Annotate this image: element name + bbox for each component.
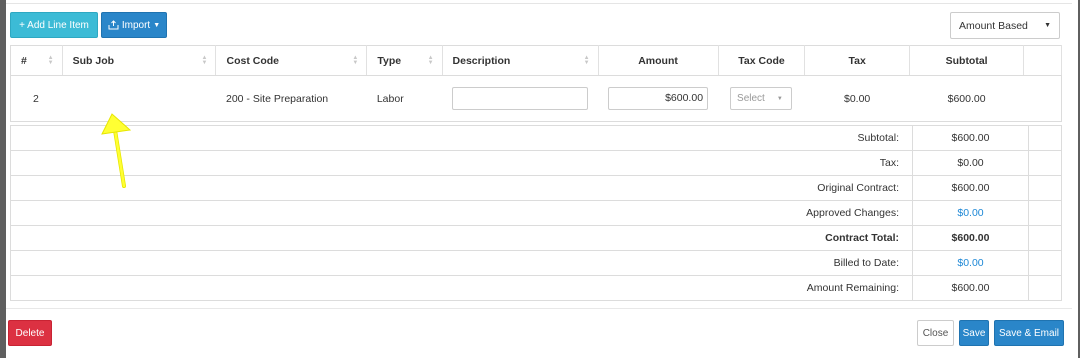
import-label: Import <box>121 19 151 31</box>
totals-label: Subtotal: <box>10 125 913 151</box>
totals-row: Billed to Date: $0.00 <box>10 250 1062 276</box>
row-tax-code-cell: Select ▼ <box>718 75 805 122</box>
totals-label: Contract Total: <box>10 225 913 251</box>
row-type: Labor <box>366 75 443 122</box>
caret-down-icon: ▼ <box>153 21 161 29</box>
close-button[interactable]: Close <box>917 320 954 346</box>
row-cost-code: 200 - Site Preparation <box>215 75 367 122</box>
sort-icon: ▲ ▼ <box>47 55 54 66</box>
import-button[interactable]: Import ▼ <box>101 12 167 38</box>
table-header-row: # ▲ ▼ Sub Job ▲ ▼ Cost Code ▲ ▼ Type ▲ ▼ Descrip… <box>10 45 1062 76</box>
line-items-table: # ▲ ▼ Sub Job ▲ ▼ Cost Code ▲ ▼ Type ▲ ▼ Descrip… <box>10 45 1062 122</box>
column-header-amount: Amount <box>598 45 719 76</box>
save-button[interactable]: Save <box>959 320 989 346</box>
row-tax: $0.00 <box>804 75 910 122</box>
totals-label: Billed to Date: <box>10 250 913 276</box>
column-header-sub-job[interactable]: Sub Job ▲ ▼ <box>62 45 217 76</box>
column-header-tax-code: Tax Code <box>718 45 806 76</box>
description-input[interactable] <box>452 87 589 110</box>
row-number: 2 <box>10 75 63 122</box>
totals-value: $0.00 <box>912 150 1029 176</box>
amount-based-label: Amount Based <box>959 19 1028 32</box>
close-label: Close <box>922 327 949 339</box>
column-header-subtotal: Subtotal <box>909 45 1025 76</box>
totals-label: Original Contract: <box>10 175 913 201</box>
amount-based-dropdown[interactable]: Amount Based ▼ <box>950 12 1060 39</box>
column-header-tax: Tax <box>804 45 910 76</box>
table-row: 2 200 - Site Preparation Labor $600.00 S… <box>10 75 1062 122</box>
delete-button[interactable]: Delete <box>8 320 52 346</box>
divider <box>6 308 1072 309</box>
divider <box>6 3 1072 4</box>
amount-input[interactable]: $600.00 <box>608 87 709 110</box>
row-description-cell <box>442 75 599 122</box>
totals-row: Amount Remaining: $600.00 <box>10 275 1062 301</box>
row-sub-job <box>62 75 216 122</box>
row-amount-cell: $600.00 <box>598 75 719 122</box>
totals-value: $600.00 <box>912 125 1029 151</box>
totals-label: Approved Changes: <box>10 200 913 226</box>
arrow-up-icon <box>101 113 132 188</box>
column-header-type[interactable]: Type ▲ ▼ <box>366 45 443 76</box>
totals-value: $600.00 <box>912 175 1029 201</box>
sort-icon: ▲ ▼ <box>352 55 359 66</box>
totals-value: $600.00 <box>912 275 1029 301</box>
save-and-email-button[interactable]: Save & Email <box>994 320 1064 346</box>
import-tray-icon <box>108 20 119 30</box>
totals-row: Contract Total: $600.00 <box>10 225 1062 251</box>
row-actions <box>1023 75 1062 122</box>
caret-down-icon: ▼ <box>776 95 783 102</box>
totals-label: Tax: <box>10 150 913 176</box>
row-subtotal: $600.00 <box>909 75 1024 122</box>
totals-value: $600.00 <box>912 225 1029 251</box>
totals-row: Original Contract: $600.00 <box>10 175 1062 201</box>
approved-changes-link[interactable]: $0.00 <box>912 200 1029 226</box>
column-header-description[interactable]: Description ▲ ▼ <box>442 45 599 76</box>
sort-icon: ▲ ▼ <box>201 55 208 66</box>
save-label: Save <box>962 327 986 339</box>
column-header-number[interactable]: # ▲ ▼ <box>10 45 63 76</box>
delete-label: Delete <box>15 327 45 339</box>
caret-down-icon: ▼ <box>1044 22 1051 29</box>
column-header-cost-code[interactable]: Cost Code ▲ ▼ <box>215 45 368 76</box>
sort-icon: ▲ ▼ <box>583 55 590 66</box>
save-email-label: Save & Email <box>998 327 1060 339</box>
sort-icon: ▲ ▼ <box>427 55 434 66</box>
billed-to-date-link[interactable]: $0.00 <box>912 250 1029 276</box>
add-line-item-button[interactable]: + Add Line Item <box>10 12 98 38</box>
tax-code-placeholder: Select <box>737 93 765 104</box>
totals-row: Approved Changes: $0.00 <box>10 200 1062 226</box>
column-header-actions <box>1023 45 1062 76</box>
totals-table: Subtotal: $600.00 Tax: $0.00 Original Cont… <box>10 125 1062 301</box>
tax-code-select[interactable]: Select ▼ <box>730 87 793 110</box>
totals-row: Tax: $0.00 <box>10 150 1062 176</box>
totals-row: Subtotal: $600.00 <box>10 125 1062 151</box>
add-line-item-label: + Add Line Item <box>19 19 89 31</box>
totals-label: Amount Remaining: <box>10 275 913 301</box>
